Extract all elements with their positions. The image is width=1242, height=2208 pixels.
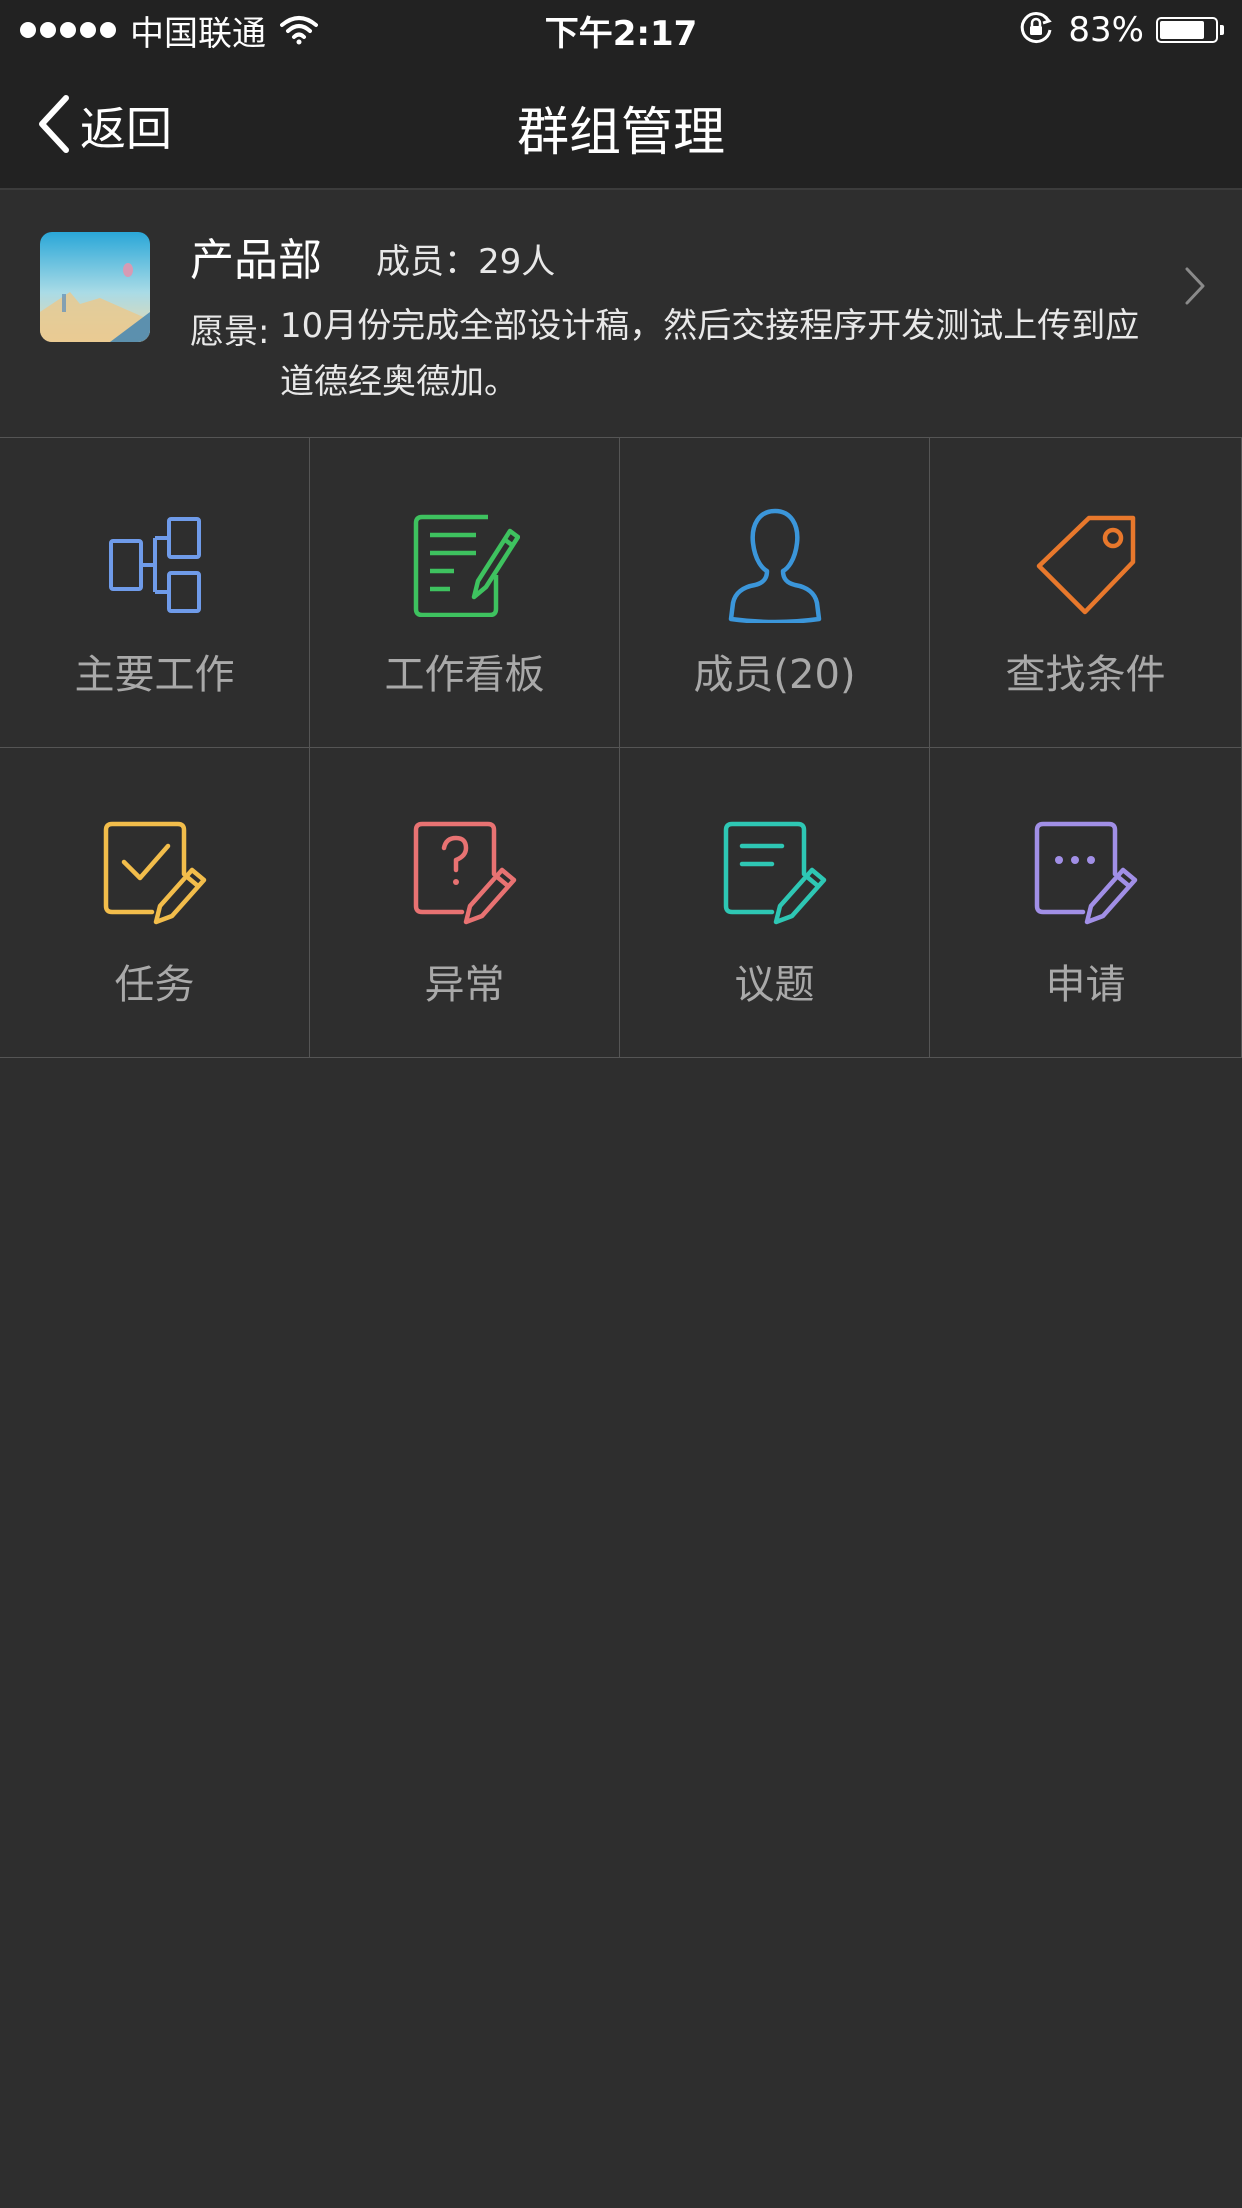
- grid-item-main-work[interactable]: 主要工作: [0, 438, 310, 748]
- vision-label: 愿景:: [190, 312, 270, 352]
- apply-doc-icon: [1031, 820, 1141, 930]
- grid-item-label: 议题: [734, 962, 815, 1008]
- group-info-row[interactable]: 产品部 成员：29人 愿景: 10月份完成全部设计稿，然后交接程序开发测试上传到…: [0, 190, 1242, 438]
- grid-item-label: 工作看板: [384, 652, 545, 698]
- question-doc-icon: [410, 820, 520, 930]
- group-avatar: [40, 232, 150, 342]
- grid-item-label: 查找条件: [1005, 652, 1166, 698]
- status-right: 83%: [1018, 8, 1224, 52]
- status-bar: 中国联通 下午2:17 83%: [0, 0, 1242, 60]
- grid-item-members[interactable]: 成员(20): [620, 438, 930, 748]
- org-chart-icon: [100, 510, 210, 620]
- rotation-lock-icon: [1018, 10, 1054, 50]
- grid-item-label: 主要工作: [74, 652, 235, 698]
- grid-item-label: 任务: [114, 962, 195, 1008]
- group-name: 产品部: [190, 235, 322, 286]
- grid-item-search-conditions[interactable]: 查找条件: [930, 438, 1242, 748]
- grid-item-apply[interactable]: 申请: [930, 748, 1242, 1058]
- page-title: 群组管理: [516, 103, 725, 163]
- navigation-bar: 返回 群组管理: [0, 60, 1242, 190]
- feature-grid: 主要工作 工作看板 成员(20) 查找条件 任务 异常 议题 申请: [0, 438, 1242, 1060]
- vision-text: 10月份完成全部设计稿，然后交接程序开发测试上传到应道德经奥德加。: [280, 306, 1140, 402]
- grid-item-work-board[interactable]: 工作看板: [310, 438, 620, 748]
- grid-item-topic[interactable]: 议题: [620, 748, 930, 1058]
- battery-icon: [1156, 17, 1218, 43]
- grid-item-task[interactable]: 任务: [0, 748, 310, 1058]
- grid-item-label: 成员(20): [693, 652, 856, 698]
- battery-percent: 83%: [1068, 10, 1144, 50]
- grid-item-label: 异常: [424, 962, 505, 1008]
- grid-item-exception[interactable]: 异常: [310, 748, 620, 1058]
- group-member-count: 成员：29人: [376, 242, 556, 282]
- tag-icon: [1031, 510, 1141, 620]
- chevron-right-icon: [1184, 266, 1206, 310]
- task-check-icon: [100, 820, 210, 930]
- board-edit-icon: [410, 510, 520, 620]
- grid-item-label: 申请: [1045, 962, 1126, 1008]
- topic-doc-icon: [720, 820, 830, 930]
- person-icon: [720, 508, 830, 623]
